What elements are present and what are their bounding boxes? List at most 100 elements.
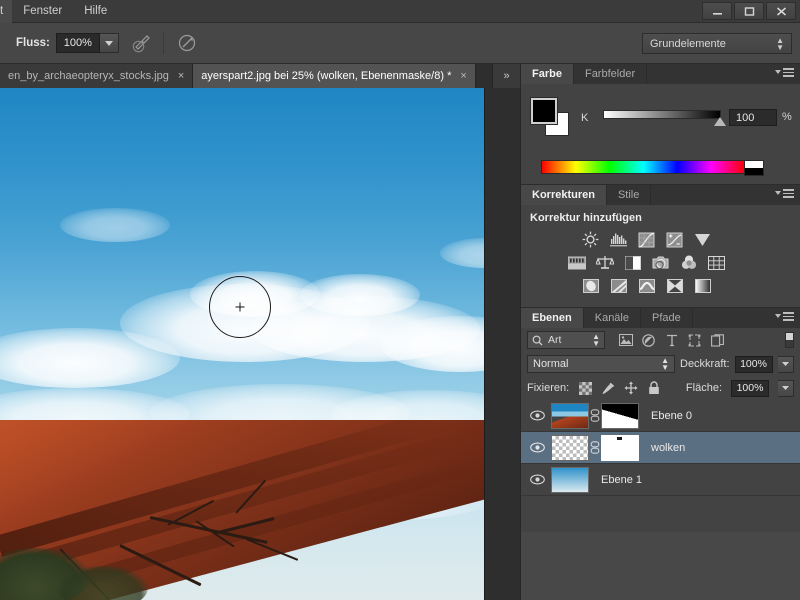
lock-all-icon[interactable] xyxy=(647,381,661,395)
photoshop-window: t Fenster Hilfe Fluss: 100% Grundelement… xyxy=(0,0,800,600)
fill-value[interactable]: 100% xyxy=(731,379,769,397)
window-controls xyxy=(702,2,796,20)
tab-farbfelder[interactable]: Farbfelder xyxy=(573,64,648,84)
k-channel-value[interactable]: 100 xyxy=(729,109,777,126)
table-row[interactable]: Ebene 1 xyxy=(521,464,800,496)
document-tab-1[interactable]: en_by_archaeopteryx_stocks.jpg × xyxy=(0,64,194,88)
kind-spinner-icon: ▲ ▼ xyxy=(592,332,600,348)
tab-farbe[interactable]: Farbe xyxy=(521,64,574,84)
opacity-dropdown-arrow[interactable] xyxy=(777,355,794,373)
flow-dropdown-arrow[interactable] xyxy=(99,33,119,53)
posterize-icon[interactable] xyxy=(609,277,628,294)
k-channel-slider[interactable] xyxy=(603,110,721,119)
layer-list-empty-space xyxy=(521,496,800,536)
lock-image-icon[interactable] xyxy=(601,381,615,395)
k-channel-slider-thumb[interactable] xyxy=(714,117,726,126)
adjustment-icon-row-3 xyxy=(567,277,726,294)
levels-icon[interactable] xyxy=(609,231,628,248)
options-bar: Fluss: 100% Grundelemente ▲ ▼ xyxy=(0,23,800,64)
layers-panel-tabs: Ebenen Kanäle Pfade xyxy=(521,308,800,328)
close-button[interactable] xyxy=(766,2,796,20)
document-tab-2-close-icon[interactable]: × xyxy=(460,70,466,82)
table-row[interactable]: wolken xyxy=(521,432,800,464)
document-tab-bar: en_by_archaeopteryx_stocks.jpg × ayerspa… xyxy=(0,64,520,88)
threshold-icon[interactable] xyxy=(637,277,656,294)
vibrance-icon[interactable] xyxy=(693,231,712,248)
opacity-value[interactable]: 100% xyxy=(734,355,773,373)
layer-filter-row: Art ▲ ▼ xyxy=(521,328,800,352)
shape-layer-filter-icon[interactable] xyxy=(687,333,702,348)
color-panel-menu-icon[interactable] xyxy=(775,68,794,77)
pixel-layer-filter-icon[interactable] xyxy=(618,333,633,348)
menu-bar: t Fenster Hilfe xyxy=(0,0,800,23)
layers-panel-menu-icon[interactable] xyxy=(775,312,794,321)
layer-name: Ebene 0 xyxy=(651,409,692,422)
brightness-contrast-icon[interactable] xyxy=(581,231,600,248)
type-layer-filter-icon[interactable] xyxy=(664,333,679,348)
layer-visibility-toggle[interactable] xyxy=(525,410,549,421)
workspace-selector[interactable]: Grundelemente ▲ ▼ xyxy=(642,33,792,54)
selective-color-icon[interactable] xyxy=(665,277,684,294)
adjustment-layer-filter-icon[interactable] xyxy=(641,333,656,348)
layer-mask-thumbnail[interactable] xyxy=(601,402,639,429)
tab-stile[interactable]: Stile xyxy=(606,185,652,205)
color-lookup-icon[interactable] xyxy=(707,254,726,271)
layer-filter-kind-select[interactable]: Art ▲ ▼ xyxy=(527,331,605,349)
exposure-icon[interactable] xyxy=(665,231,684,248)
document-image[interactable] xyxy=(0,88,484,600)
lock-position-icon[interactable] xyxy=(624,381,638,395)
menu-item-clipped[interactable]: t xyxy=(0,0,13,23)
channel-mixer-icon[interactable] xyxy=(679,254,698,271)
menu-item-hilfe[interactable]: Hilfe xyxy=(73,0,118,23)
layer-thumbnail[interactable] xyxy=(551,434,589,461)
layers-panel: Ebenen Kanäle Pfade Art ▲ ▼ Normal ▲ ▼ D… xyxy=(521,308,800,536)
link-layers-icon[interactable] xyxy=(589,441,601,454)
maximize-button[interactable] xyxy=(734,2,764,20)
tab-overflow-button[interactable]: » xyxy=(492,64,520,88)
menu-item-fenster[interactable]: Fenster xyxy=(12,0,73,23)
tablet-pressure-icon[interactable] xyxy=(172,29,202,57)
filter-toggle-switch[interactable] xyxy=(785,332,794,348)
black-white-icon[interactable] xyxy=(623,254,642,271)
color-spectrum-ramp[interactable] xyxy=(541,160,764,176)
color-balance-icon[interactable] xyxy=(595,254,614,271)
table-row[interactable]: Ebene 0 xyxy=(521,400,800,432)
smart-object-filter-icon[interactable] xyxy=(710,333,725,348)
layer-thumbnail[interactable] xyxy=(551,402,589,429)
lock-row: Fixieren: Fläche: 100% xyxy=(521,376,800,400)
layer-mask-thumbnail[interactable] xyxy=(601,434,639,461)
invert-icon[interactable] xyxy=(581,277,600,294)
curves-icon[interactable] xyxy=(637,231,656,248)
flow-field[interactable]: 100% xyxy=(55,33,119,53)
layer-visibility-toggle[interactable] xyxy=(525,474,549,485)
lock-transparency-icon[interactable] xyxy=(578,381,592,395)
layer-thumbnail[interactable] xyxy=(551,466,589,493)
color-panel-tabs: Farbe Farbfelder xyxy=(521,64,800,84)
gradient-map-icon[interactable] xyxy=(693,277,712,294)
flow-value[interactable]: 100% xyxy=(55,33,100,53)
canvas-area[interactable] xyxy=(0,88,520,600)
layers-panel-body: Art ▲ ▼ Normal ▲ ▼ Deckkraft: 100% Fixie… xyxy=(521,328,800,536)
document-tab-2[interactable]: ayerspart2.jpg bei 25% (wolken, Ebenenma… xyxy=(193,64,476,88)
adjustment-icon-grid xyxy=(567,231,726,300)
layer-visibility-toggle[interactable] xyxy=(525,442,549,453)
airbrush-icon[interactable] xyxy=(127,29,157,57)
link-layers-icon[interactable] xyxy=(589,409,601,422)
blend-mode-select[interactable]: Normal ▲ ▼ xyxy=(527,355,675,373)
photo-filter-icon[interactable] xyxy=(651,254,670,271)
tab-pfade[interactable]: Pfade xyxy=(641,308,693,328)
canvas-dock-gap xyxy=(484,88,520,600)
fill-dropdown-arrow[interactable] xyxy=(778,379,794,397)
layer-list: Ebene 0 wolken Ebene 1 xyxy=(521,400,800,496)
foreground-color-swatch[interactable] xyxy=(531,98,557,124)
tab-korrekturen[interactable]: Korrekturen xyxy=(521,185,607,205)
eye-icon xyxy=(529,410,545,421)
tab-ebenen[interactable]: Ebenen xyxy=(521,308,584,328)
minimize-button[interactable] xyxy=(702,2,732,20)
adjustments-panel-menu-icon[interactable] xyxy=(775,189,794,198)
hue-saturation-icon[interactable] xyxy=(567,254,586,271)
tab-kanaele[interactable]: Kanäle xyxy=(583,308,641,328)
lock-label: Fixieren: xyxy=(527,382,570,394)
right-dock: Farbe Farbfelder K 100 % Korrekturen Sti… xyxy=(520,64,800,600)
document-tab-1-close-icon[interactable]: × xyxy=(178,70,184,82)
